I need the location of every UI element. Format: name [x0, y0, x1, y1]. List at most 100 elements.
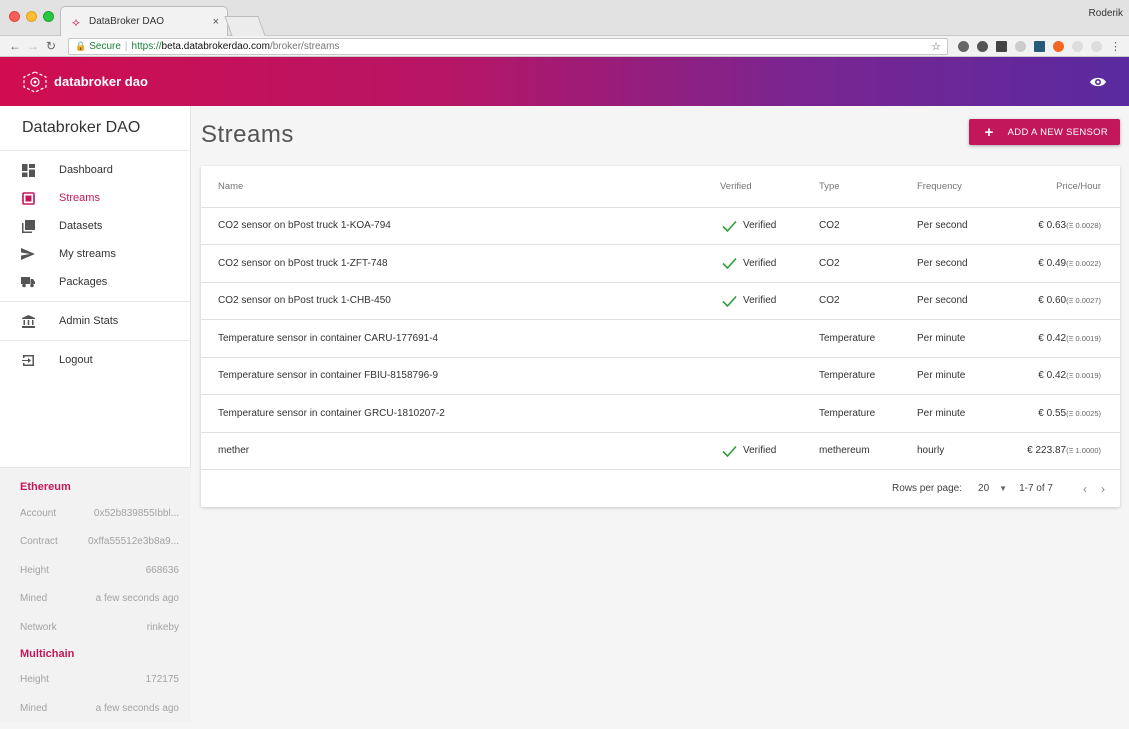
info-label: Height: [20, 564, 49, 576]
logo-text[interactable]: databroker dao: [54, 74, 148, 89]
sidebar-divider: [0, 301, 190, 302]
maximize-window-button[interactable]: [43, 11, 54, 22]
stream-price: € 0.63(Ξ 0.0028): [998, 207, 1120, 245]
stream-price: € 0.42(Ξ 0.0019): [998, 357, 1120, 395]
previous-page-icon[interactable]: ‹: [1083, 482, 1087, 496]
stream-name[interactable]: CO2 sensor on bPost truck 1-CHB-450: [201, 282, 720, 320]
sidebar-nav: Dashboard Streams Datasets My streams Pa…: [0, 151, 190, 374]
price-eur: € 0.49: [1038, 257, 1067, 269]
stream-frequency: Per minute: [917, 319, 998, 358]
ethereum-network-row: Network rinkeby: [0, 613, 191, 642]
stream-name[interactable]: Temperature sensor in container GRCU-181…: [201, 394, 720, 433]
extension-icon[interactable]: [1034, 40, 1045, 52]
table-row[interactable]: Temperature sensor in container FBIU-815…: [201, 357, 1120, 395]
extension-icon[interactable]: [1015, 40, 1026, 52]
extension-icon[interactable]: [1053, 40, 1064, 52]
stream-name[interactable]: CO2 sensor on bPost truck 1-ZFT-748: [201, 244, 720, 283]
ethereum-mined-row: Mined a few seconds ago: [0, 585, 191, 614]
table-row[interactable]: CO2 sensor on bPost truck 1-KOA-794 Veri…: [201, 207, 1120, 245]
forward-arrow-icon[interactable]: →: [26, 39, 40, 53]
price-eth: (Ξ 0.0019): [1066, 371, 1101, 381]
table-row[interactable]: CO2 sensor on bPost truck 1-CHB-450 Veri…: [201, 282, 1120, 320]
price-eth: (Ξ 0.0022): [1066, 258, 1101, 268]
stream-type: CO2: [819, 244, 917, 283]
column-header-name[interactable]: Name: [201, 166, 720, 208]
stream-name[interactable]: Temperature sensor in container CARU-177…: [201, 319, 720, 358]
check-icon: [722, 445, 737, 457]
column-header-frequency[interactable]: Frequency: [917, 166, 998, 208]
eye-icon[interactable]: [1089, 73, 1107, 91]
stream-price: € 0.60(Ξ 0.0027): [998, 282, 1120, 320]
stream-type: Temperature: [819, 394, 917, 433]
url-scheme: https://: [131, 40, 162, 52]
extension-icon[interactable]: [1091, 40, 1102, 52]
sidebar-item-dashboard[interactable]: Dashboard: [0, 156, 190, 184]
verified-label: Verified: [743, 257, 777, 269]
dropdown-caret-icon[interactable]: ▼: [999, 484, 1007, 493]
streams-table: Name Verified Type Frequency Price/Hour …: [201, 166, 1120, 470]
stream-frequency: Per second: [917, 282, 998, 320]
sidebar-item-label: Admin Stats: [59, 315, 119, 327]
pocket-icon[interactable]: [977, 40, 988, 52]
sidebar-item-logout[interactable]: Logout: [0, 346, 190, 374]
stream-name[interactable]: Temperature sensor in container FBIU-815…: [201, 357, 720, 395]
url-path: /broker/streams: [269, 40, 340, 52]
bookmark-star-icon[interactable]: ☆: [931, 40, 941, 53]
app-body: Databroker DAO Dashboard Streams Dataset…: [0, 106, 1129, 722]
buffer-icon[interactable]: [996, 40, 1007, 52]
back-arrow-icon[interactable]: ←: [8, 39, 22, 53]
verified-badge: Verified: [720, 445, 819, 457]
multichain-height-row: Height 172175: [0, 666, 191, 695]
close-window-button[interactable]: [9, 11, 20, 22]
column-header-verified[interactable]: Verified: [720, 166, 819, 208]
stream-name[interactable]: mether: [201, 432, 720, 470]
extension-icon[interactable]: [1072, 40, 1083, 52]
rows-per-page-select[interactable]: 20: [978, 483, 989, 494]
info-value: 172175: [145, 674, 179, 686]
browser-tab-strip: ⟡ DataBroker DAO × Roderik: [0, 0, 1129, 36]
price-eth: (Ξ 1.0000): [1066, 446, 1101, 456]
verified-badge: Verified: [720, 220, 819, 232]
extension-icon[interactable]: [958, 40, 969, 52]
minimize-window-button[interactable]: [26, 11, 37, 22]
stream-name[interactable]: CO2 sensor on bPost truck 1-KOA-794: [201, 207, 720, 245]
sidebar-item-admin-stats[interactable]: Admin Stats: [0, 307, 190, 335]
main-content: Streams + ADD A NEW SENSOR Name Verified…: [191, 106, 1129, 722]
tab-title: DataBroker DAO: [89, 16, 165, 27]
browser-tab[interactable]: ⟡ DataBroker DAO ×: [60, 6, 228, 36]
page-header: Streams + ADD A NEW SENSOR: [201, 106, 1120, 166]
price-eth: (Ξ 0.0027): [1066, 296, 1101, 306]
stream-type: Temperature: [819, 357, 917, 395]
next-page-icon[interactable]: ›: [1101, 482, 1105, 496]
table-row[interactable]: mether Verified methereum hourly € 223.8…: [201, 432, 1120, 470]
check-icon: [722, 220, 737, 232]
info-label: Network: [20, 621, 57, 633]
streams-icon: [21, 191, 35, 205]
stream-type: CO2: [819, 282, 917, 320]
sidebar-item-packages[interactable]: Packages: [0, 268, 190, 296]
new-tab-button[interactable]: [224, 16, 266, 36]
url-bar[interactable]: 🔒 Secure | https:// beta.databrokerdao.c…: [68, 37, 948, 55]
table-row[interactable]: Temperature sensor in container CARU-177…: [201, 319, 1120, 358]
table-row[interactable]: Temperature sensor in container GRCU-181…: [201, 394, 1120, 433]
sidebar-item-my-streams[interactable]: My streams: [0, 240, 190, 268]
address-toolbar: ← → ↻ 🔒 Secure | https:// beta.databroke…: [0, 36, 1129, 57]
page-range: 1-7 of 7: [1019, 483, 1053, 494]
info-label: Mined: [20, 593, 48, 605]
sidebar-item-streams[interactable]: Streams: [0, 184, 190, 212]
multichain-heading: Multichain: [20, 647, 75, 660]
sidebar-item-datasets[interactable]: Datasets: [0, 212, 190, 240]
profile-name[interactable]: Roderik: [1089, 8, 1123, 19]
ethereum-height-row: Height 668636: [0, 556, 191, 585]
column-header-price[interactable]: Price/Hour: [998, 166, 1120, 208]
table-row[interactable]: CO2 sensor on bPost truck 1-ZFT-748 Veri…: [201, 244, 1120, 283]
tab-close-icon[interactable]: ×: [213, 16, 219, 28]
add-sensor-button[interactable]: + ADD A NEW SENSOR: [968, 119, 1120, 145]
reload-icon[interactable]: ↻: [44, 39, 58, 53]
info-label: Account: [20, 507, 57, 519]
truck-icon: [21, 275, 35, 289]
column-header-type[interactable]: Type: [819, 166, 917, 208]
stream-type: methereum: [819, 432, 917, 470]
window-controls: [9, 11, 54, 22]
menu-dots-icon[interactable]: ⋮: [1110, 40, 1121, 53]
